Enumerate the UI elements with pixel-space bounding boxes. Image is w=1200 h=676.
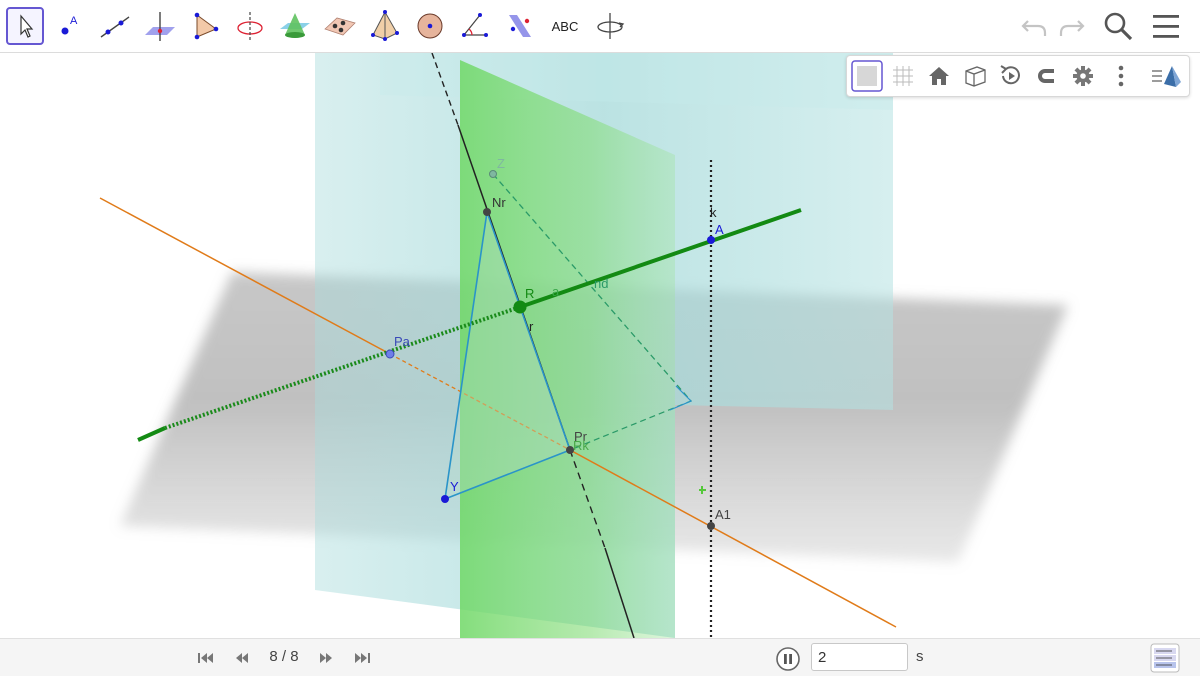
sphere-tool-button[interactable]	[411, 7, 449, 45]
more-icon	[1118, 65, 1124, 87]
speed-input[interactable]	[811, 643, 908, 671]
angle-tool-button[interactable]	[456, 7, 494, 45]
label-a: a	[552, 284, 560, 299]
circle-axis-icon	[237, 12, 263, 41]
point-A[interactable]	[707, 236, 715, 244]
step-counter: 8 / 8	[269, 648, 299, 665]
polygon-tool-button[interactable]	[186, 7, 224, 45]
undo-button[interactable]	[1016, 8, 1052, 44]
home-icon	[929, 67, 949, 85]
svg-text:A: A	[70, 15, 78, 27]
reflect-plane-icon	[509, 15, 531, 37]
cube-view-icon	[965, 66, 986, 87]
label-Y: Y	[450, 479, 459, 494]
last-step-icon	[355, 653, 370, 663]
style-bar	[846, 55, 1190, 97]
menu-icon	[1153, 15, 1179, 38]
point-Nr[interactable]	[483, 208, 491, 216]
polygon-icon	[194, 12, 219, 40]
home-button[interactable]	[923, 60, 955, 92]
label-A: A	[715, 222, 724, 237]
label-Nr: Nr	[492, 195, 506, 210]
plane-three-points-icon	[324, 17, 356, 36]
more-button[interactable]	[1105, 60, 1137, 92]
label-Pa: Pa	[394, 334, 411, 349]
label-nd: nd	[594, 276, 608, 291]
rotate-animation-button[interactable]	[995, 60, 1027, 92]
pause-button[interactable]	[775, 646, 801, 672]
label-Rk: Rk	[573, 438, 589, 453]
label-r: r	[529, 319, 534, 334]
point-Z[interactable]	[489, 170, 497, 178]
plane-toggle-button[interactable]	[851, 60, 883, 92]
line-icon	[100, 16, 130, 38]
reflect-plane-tool-button[interactable]	[501, 7, 539, 45]
settings-icon	[1073, 66, 1093, 86]
view-direction-button[interactable]	[1150, 60, 1182, 92]
previous-step-button[interactable]	[231, 647, 253, 669]
grid-button[interactable]	[887, 60, 919, 92]
label-A1: A1	[715, 507, 731, 522]
menu-button[interactable]	[1148, 8, 1184, 44]
search-icon	[1104, 12, 1133, 41]
grid-icon	[893, 66, 913, 86]
perpendicular-line-tool-button[interactable]	[141, 7, 179, 45]
point-capturing-icon	[1038, 69, 1054, 83]
sphere-icon	[417, 13, 443, 39]
toolbar: A ABC	[0, 0, 1200, 53]
next-step-icon	[320, 653, 332, 663]
speed-unit: s	[916, 648, 924, 665]
search-button[interactable]	[1100, 8, 1136, 44]
rotate-animation-icon	[1000, 65, 1020, 85]
point-capturing-button[interactable]	[1031, 60, 1063, 92]
graphics-3d-view[interactable]: Z Nr k A R a nd r Pa Pr Rk Y A1	[0, 53, 1200, 638]
perpendicular-line-icon	[145, 12, 175, 41]
label-R: R	[525, 286, 534, 301]
pause-icon	[776, 647, 800, 671]
label-Z: Z	[497, 156, 505, 171]
scene-canvas: Z Nr k A R a nd r Pa Pr Rk Y A1	[99, 53, 1068, 638]
last-step-button[interactable]	[351, 647, 373, 669]
first-step-button[interactable]	[195, 647, 217, 669]
intersect-surfaces-tool-button[interactable]	[276, 7, 314, 45]
pyramid-icon	[371, 10, 399, 41]
pyramid-tool-button[interactable]	[366, 7, 404, 45]
point-R[interactable]	[513, 300, 527, 314]
cube-view-button[interactable]	[959, 60, 991, 92]
redo-icon	[1059, 20, 1085, 36]
point-A1[interactable]	[707, 522, 715, 530]
text-tool-button[interactable]: ABC	[546, 7, 584, 45]
undo-icon	[1021, 20, 1047, 36]
point-Pa[interactable]	[385, 349, 395, 359]
previous-step-icon	[236, 653, 248, 663]
next-step-button[interactable]	[315, 647, 337, 669]
arrow-cursor-icon	[20, 14, 34, 38]
redo-button[interactable]	[1054, 8, 1090, 44]
label-k: k	[710, 205, 717, 220]
angle-icon	[462, 13, 488, 37]
svg-text:ABC: ABC	[552, 19, 579, 34]
circle-axis-tool-button[interactable]	[231, 7, 269, 45]
rotate-view-tool-button[interactable]	[591, 7, 629, 45]
animation-bar: 8 / 8 s	[0, 638, 1200, 676]
point-tool-button[interactable]: A	[51, 7, 89, 45]
plane-three-points-tool-button[interactable]	[321, 7, 359, 45]
settings-button[interactable]	[1067, 60, 1099, 92]
point-Y[interactable]	[441, 495, 449, 503]
move-tool-button[interactable]	[6, 7, 44, 45]
plane-toggle-icon	[851, 60, 883, 92]
point-icon: A	[61, 15, 78, 35]
first-step-icon	[198, 653, 213, 663]
view-direction-icon	[1152, 66, 1181, 87]
line-tool-button[interactable]	[96, 7, 134, 45]
rotate-view-icon	[597, 13, 625, 39]
text-icon: ABC	[552, 19, 579, 34]
algebra-view-icon	[1150, 643, 1180, 673]
algebra-view-button[interactable]	[1150, 643, 1180, 673]
intersect-surfaces-icon	[280, 13, 310, 38]
